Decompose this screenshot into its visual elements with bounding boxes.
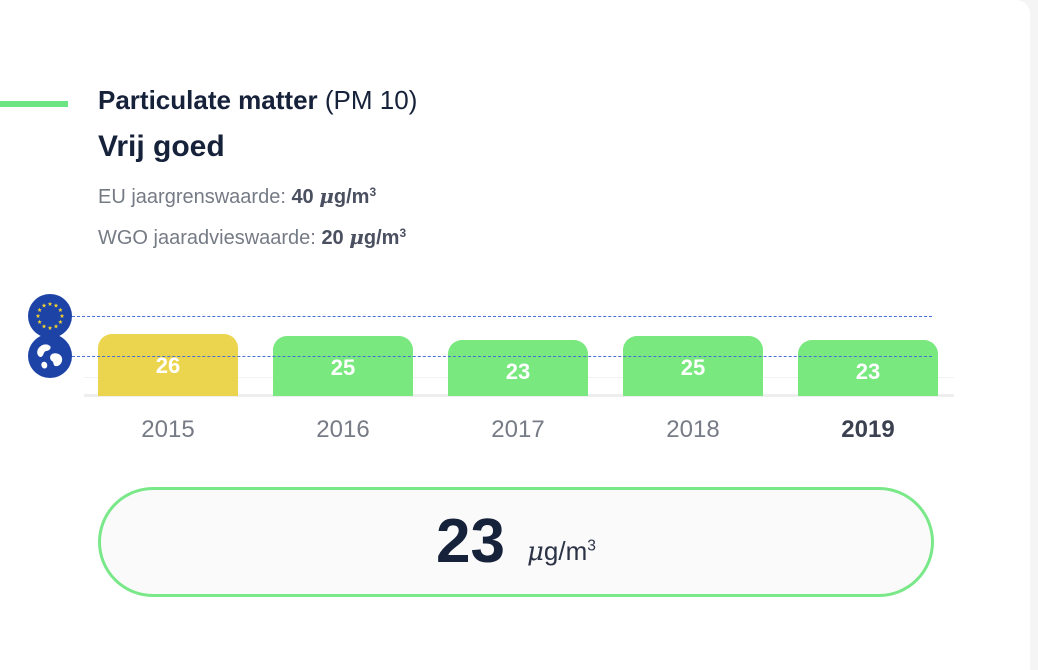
year-label-2017: 2017 <box>491 416 545 443</box>
bar-2015: 26 <box>98 334 238 396</box>
year-label-2016: 2016 <box>316 416 370 443</box>
pm10-card: Particulate matter (PM 10) Vrij goed EU … <box>0 0 1030 670</box>
yearly-bar-chart: 26 2015 25 2016 23 2017 25 2018 23 2019 <box>0 280 1030 460</box>
bar-value-label: 25 <box>680 355 706 380</box>
bar-value-label: 23 <box>505 359 531 384</box>
who-limit-label: WGO jaaradvieswaarde: <box>98 227 316 250</box>
who-limit-line: WGO jaaradvieswaarde: 20 μg/m3 <box>98 221 406 250</box>
current-value: 23 <box>436 507 506 576</box>
bar-2017: 23 <box>448 340 588 396</box>
year-label-2018: 2018 <box>666 416 720 443</box>
globe-icon <box>28 334 72 378</box>
who-limit-value: 20 μg/m3 <box>321 225 407 250</box>
bar-value-label: 23 <box>855 359 881 384</box>
pollutant-code: (PM 10) <box>324 85 418 115</box>
bar-2019: 23 <box>798 340 938 396</box>
eu-limit-label: EU jaargrenswaarde: <box>98 186 286 209</box>
year-label-2015: 2015 <box>141 416 195 443</box>
bar-2016: 25 <box>273 336 413 396</box>
year-label-2019: 2019 <box>841 416 895 443</box>
bar-value-label: 25 <box>330 355 356 380</box>
bar-2018: 25 <box>623 336 763 396</box>
current-unit: μg/m3 <box>527 535 596 567</box>
pollutant-name: Particulate matter <box>98 85 318 115</box>
eu-limit-line-marker <box>72 316 932 317</box>
pollutant-title: Particulate matter (PM 10) <box>98 84 417 116</box>
eu-flag-icon <box>28 294 72 338</box>
quality-rating: Vrij goed <box>98 130 225 163</box>
eu-limit-line: EU jaargrenswaarde: 40 μg/m3 <box>98 180 376 209</box>
current-value-pill: 23 μg/m3 <box>98 487 934 597</box>
accent-bar <box>0 101 68 107</box>
eu-limit-value: 40 μg/m3 <box>291 184 377 209</box>
who-advice-line-marker <box>72 356 932 357</box>
